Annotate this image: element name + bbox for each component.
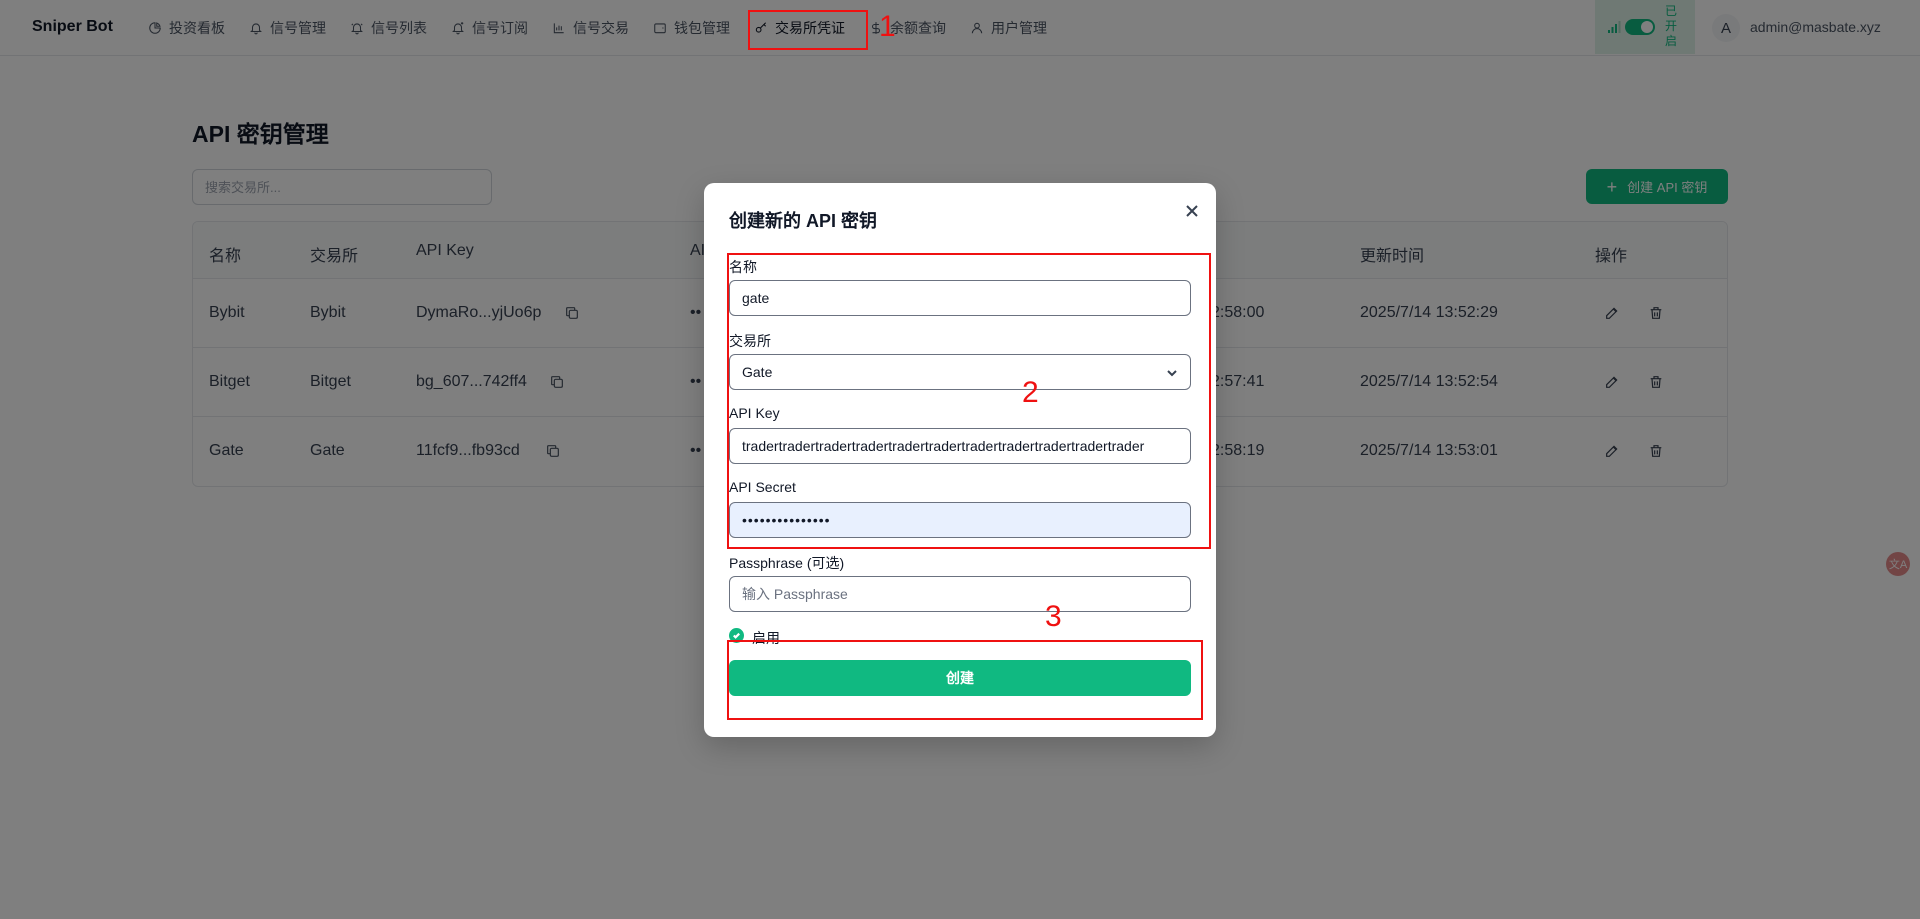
dialog-title: 创建新的 API 密钥 <box>729 211 878 231</box>
passphrase-label: Passphrase (可选) <box>729 555 845 571</box>
annotation-number-1: 1 <box>879 10 896 43</box>
annotation-number-2: 2 <box>1022 376 1039 409</box>
check-icon <box>733 632 740 639</box>
close-icon[interactable] <box>1182 201 1202 221</box>
passphrase-input[interactable]: 输入 Passphrase <box>729 576 1191 612</box>
annotation-box-3 <box>727 640 1203 720</box>
annotation-box-2 <box>727 253 1211 549</box>
annotation-box-1 <box>748 10 868 50</box>
annotation-number-3: 3 <box>1045 600 1062 633</box>
